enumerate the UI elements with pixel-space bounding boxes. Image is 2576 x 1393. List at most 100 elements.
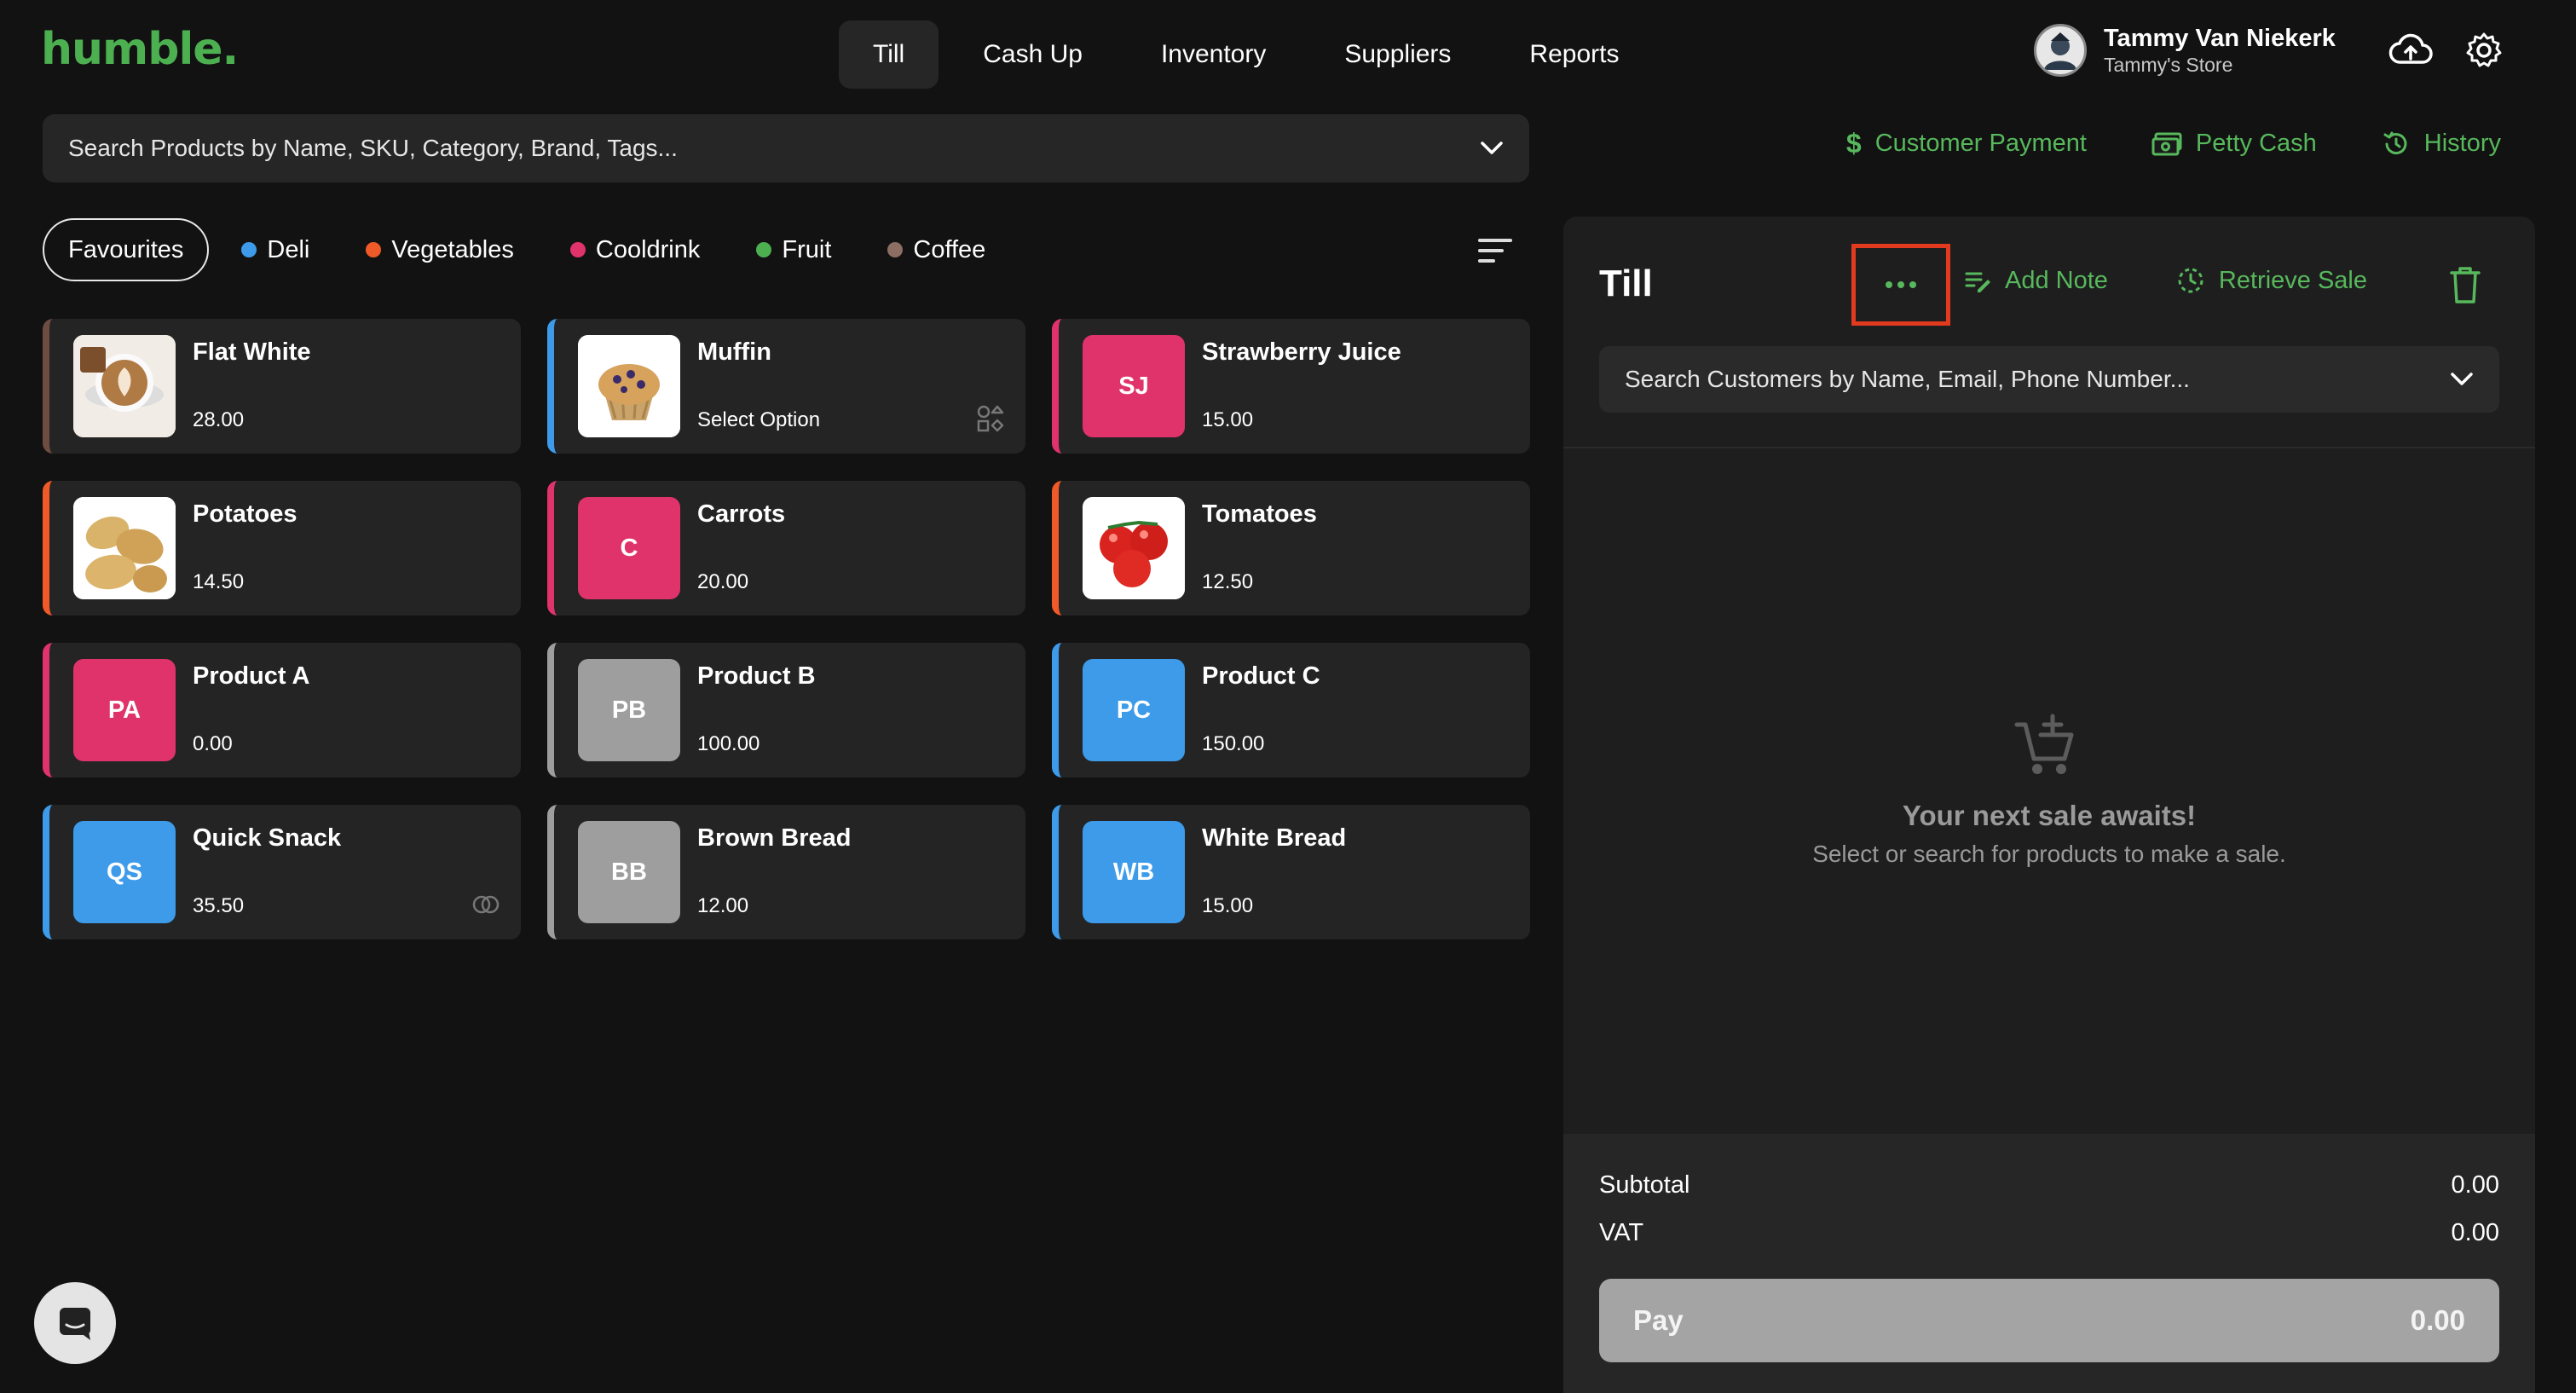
product-name: Potatoes bbox=[193, 500, 297, 528]
chip-vegetables[interactable]: Vegetables bbox=[342, 236, 538, 264]
retrieve-sale-button[interactable]: Retrieve Sale bbox=[2176, 266, 2367, 295]
history-button[interactable]: History bbox=[2382, 130, 2501, 159]
chevron-down-icon[interactable] bbox=[1480, 141, 1504, 156]
note-edit-icon bbox=[1965, 272, 1990, 292]
add-note-button[interactable]: Add Note bbox=[1964, 267, 2108, 295]
chat-icon bbox=[60, 1308, 90, 1340]
chat-launcher-button[interactable] bbox=[34, 1282, 116, 1364]
divider bbox=[1563, 447, 2535, 448]
deli-dot-icon bbox=[241, 242, 257, 257]
product-price: 35.50 bbox=[193, 894, 245, 917]
user-menu[interactable]: Tammy Van Niekerk Tammy's Store bbox=[2034, 24, 2508, 77]
product-card-brown-bread[interactable]: BB Brown Bread 12.00 bbox=[547, 805, 1025, 939]
sort-icon[interactable] bbox=[1475, 232, 1516, 269]
product-card-strawberry-juice[interactable]: SJ Strawberry Juice 15.00 bbox=[1052, 319, 1530, 454]
product-initials-tile: PC bbox=[1083, 659, 1185, 761]
product-price: 14.50 bbox=[193, 570, 245, 593]
retrieve-sale-icon bbox=[2178, 268, 2203, 293]
product-price: 0.00 bbox=[193, 732, 233, 755]
subtotal-label: Subtotal bbox=[1599, 1171, 1690, 1199]
trash-icon[interactable] bbox=[2446, 264, 2484, 305]
product-price: 12.00 bbox=[697, 894, 749, 917]
user-store: Tammy's Store bbox=[2104, 54, 2233, 76]
cash-icon bbox=[2151, 132, 2182, 155]
product-card-product-c[interactable]: PC Product C 150.00 bbox=[1052, 643, 1530, 777]
product-initials-tile: C bbox=[578, 497, 680, 599]
product-card-product-a[interactable]: PA Product A 0.00 bbox=[43, 643, 521, 777]
subtotal-value: 0.00 bbox=[2451, 1171, 2499, 1199]
product-card-tomatoes[interactable]: Tomatoes 12.50 bbox=[1052, 481, 1530, 616]
product-initials-tile: PB bbox=[578, 659, 680, 761]
product-name: Product A bbox=[193, 662, 310, 690]
product-card-quick-snack[interactable]: QS Quick Snack 35.50 bbox=[43, 805, 521, 939]
avatar-icon bbox=[2044, 32, 2076, 70]
product-grid: Flat White 28.00 Muffin Select Option SJ… bbox=[43, 319, 1530, 939]
vat-label: VAT bbox=[1599, 1219, 1644, 1246]
empty-cart-title: Your next sale awaits! bbox=[1902, 800, 2197, 831]
petty-cash-button[interactable]: Petty Cash bbox=[2151, 130, 2317, 158]
chip-fruit[interactable]: Fruit bbox=[732, 236, 855, 264]
product-price: 28.00 bbox=[193, 408, 245, 431]
customer-search-placeholder: Search Customers by Name, Email, Phone N… bbox=[1625, 366, 2190, 392]
customer-payment-button[interactable]: $ Customer Payment bbox=[1846, 128, 2087, 159]
chip-coffee[interactable]: Coffee bbox=[863, 236, 1009, 264]
customer-payment-label: Customer Payment bbox=[1874, 130, 2087, 157]
main-nav: Till Cash Up Inventory Suppliers Reports bbox=[839, 20, 1653, 89]
subtotal-row: Subtotal 0.00 bbox=[1599, 1171, 2499, 1199]
product-card-white-bread[interactable]: WB White Bread 15.00 bbox=[1052, 805, 1530, 939]
product-initials-tile: SJ bbox=[1083, 335, 1185, 437]
pay-button[interactable]: Pay 0.00 bbox=[1599, 1279, 2499, 1362]
chevron-down-icon[interactable] bbox=[2450, 372, 2474, 387]
chip-favourites[interactable]: Favourites bbox=[43, 218, 210, 281]
till-header-actions: Add Note Retrieve Sale bbox=[1964, 266, 2367, 295]
product-card-product-b[interactable]: PB Product B 100.00 bbox=[547, 643, 1025, 777]
product-card-muffin[interactable]: Muffin Select Option bbox=[547, 319, 1025, 454]
coffee-image bbox=[73, 335, 176, 437]
add-to-cart-icon bbox=[2014, 714, 2074, 774]
till-title: Till bbox=[1599, 263, 1653, 304]
product-name: Product C bbox=[1202, 662, 1320, 690]
tab-cash-up[interactable]: Cash Up bbox=[949, 20, 1117, 89]
product-card-flat-white[interactable]: Flat White 28.00 bbox=[43, 319, 521, 454]
product-name: White Bread bbox=[1202, 824, 1347, 852]
tab-suppliers[interactable]: Suppliers bbox=[1310, 20, 1485, 89]
cloud-upload-icon[interactable] bbox=[2387, 26, 2434, 74]
user-name: Tammy Van Niekerk bbox=[2104, 25, 2336, 52]
humble-logo[interactable]: humble. bbox=[41, 24, 239, 75]
product-initials-tile: BB bbox=[578, 821, 680, 923]
more-dots-icon bbox=[1886, 281, 1916, 288]
empty-cart-subtitle: Select or search for products to make a … bbox=[1812, 841, 2286, 867]
chip-label: Vegetables bbox=[391, 235, 514, 263]
retrieve-sale-label: Retrieve Sale bbox=[2218, 266, 2368, 294]
fruit-dot-icon bbox=[756, 242, 772, 257]
product-name: Carrots bbox=[697, 500, 786, 528]
tab-inventory[interactable]: Inventory bbox=[1127, 20, 1300, 89]
vegetables-dot-icon bbox=[366, 242, 382, 257]
tab-reports[interactable]: Reports bbox=[1495, 20, 1653, 89]
chip-label: Cooldrink bbox=[595, 235, 701, 263]
product-initials-tile: QS bbox=[73, 821, 176, 923]
product-name: Quick Snack bbox=[193, 824, 342, 852]
product-name: Strawberry Juice bbox=[1202, 338, 1401, 366]
chip-cooldrink[interactable]: Cooldrink bbox=[546, 236, 725, 264]
product-card-carrots[interactable]: C Carrots 20.00 bbox=[547, 481, 1025, 616]
customer-search-input[interactable]: Search Customers by Name, Email, Phone N… bbox=[1599, 346, 2499, 413]
dollar-icon: $ bbox=[1845, 128, 1862, 159]
gear-icon[interactable] bbox=[2460, 26, 2508, 74]
vat-value: 0.00 bbox=[2451, 1219, 2499, 1246]
product-name: Product B bbox=[697, 662, 816, 690]
product-price: 20.00 bbox=[697, 570, 749, 593]
petty-cash-label: Petty Cash bbox=[2195, 130, 2317, 157]
history-label: History bbox=[2423, 130, 2501, 157]
product-search-input[interactable]: Search Products by Name, SKU, Category, … bbox=[43, 114, 1529, 182]
product-price: 15.00 bbox=[1202, 408, 1254, 431]
avatar[interactable] bbox=[2034, 24, 2087, 77]
product-card-potatoes[interactable]: Potatoes 14.50 bbox=[43, 481, 521, 616]
chip-deli[interactable]: Deli bbox=[217, 236, 333, 264]
tomatoes-image bbox=[1083, 497, 1185, 599]
product-price: 12.50 bbox=[1202, 570, 1254, 593]
tab-till[interactable]: Till bbox=[839, 20, 939, 89]
product-search-placeholder: Search Products by Name, SKU, Category, … bbox=[68, 135, 678, 161]
more-options-button[interactable] bbox=[1851, 244, 1950, 326]
product-initials-tile: WB bbox=[1083, 821, 1185, 923]
